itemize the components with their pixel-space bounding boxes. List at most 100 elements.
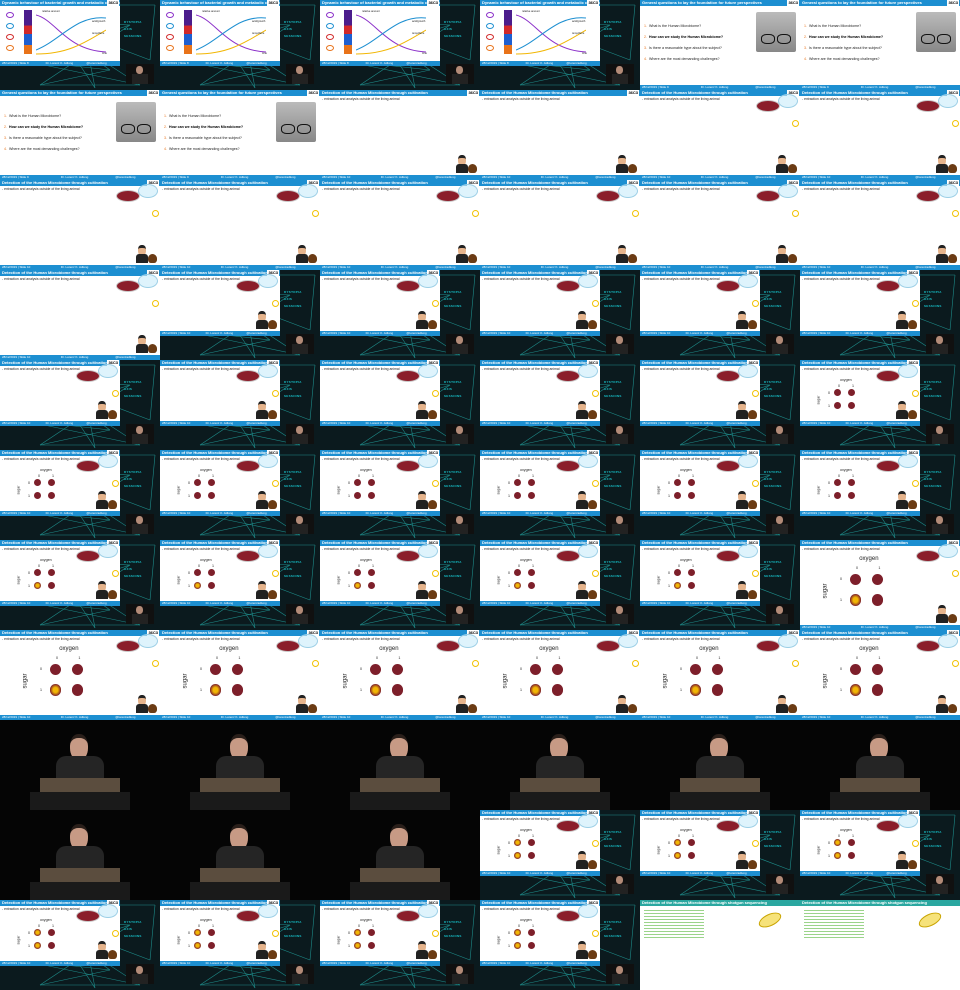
video-frame-thumbnail[interactable]: General questions to lay the foundation … [800, 0, 960, 90]
video-frame-thumbnail[interactable] [480, 720, 640, 810]
video-frame-thumbnail[interactable]: DYSTOPIA AXIS SESSIONS Detection of the Hum… [800, 450, 960, 540]
footer-text: 28/12/2019 | Slide 10 [482, 421, 511, 425]
slide-title: Detection of the Human Microbiome throug… [800, 540, 960, 546]
video-frame-thumbnail[interactable]: DYSTOPIA AXIS SESSIONS Detection of the Hum… [160, 540, 320, 630]
video-frame-thumbnail[interactable]: Detection of the Human Microbiome throug… [640, 630, 800, 720]
video-frame-thumbnail[interactable]: DYSTOPIA AXIS SESSIONS Detection of the Hum… [320, 900, 480, 990]
video-frame-thumbnail[interactable]: DYSTOPIA AXIS SESSIONS Dynamic behaviour of… [320, 0, 480, 90]
video-frame-thumbnail[interactable]: DYSTOPIA AXIS SESSIONS Detection of the Hum… [0, 360, 160, 450]
video-frame-thumbnail[interactable]: General questions to lay the foundation … [640, 0, 800, 90]
video-frame-thumbnail[interactable] [800, 720, 960, 810]
culture-plate [834, 839, 841, 846]
video-frame-thumbnail[interactable]: DYSTOPIA AXIS SESSIONS Detection of the Hum… [800, 360, 960, 450]
video-frame-thumbnail[interactable]: Detection of the Human Microbiome throug… [0, 630, 160, 720]
culture-plate [194, 929, 201, 936]
slide-footer: 28/12/2019 | Slide 10 Dr. Lorenz K. Adlun… [160, 331, 280, 336]
video-frame-thumbnail[interactable]: DYSTOPIA AXIS SESSIONS Detection of the Hum… [0, 540, 160, 630]
video-frame-thumbnail[interactable]: DYSTOPIA AXIS SESSIONS Detection of the Hum… [160, 450, 320, 540]
video-frame-thumbnail[interactable]: DYSTOPIA AXIS SESSIONS Detection of the Hum… [0, 900, 160, 990]
poop-emoji-icon [148, 704, 157, 713]
video-frame-thumbnail[interactable]: Detection of the Human Microbiome throug… [800, 540, 960, 630]
sugar-one: 1 [28, 584, 30, 588]
magnifier-icon [738, 814, 758, 828]
video-frame-thumbnail[interactable]: DYSTOPIA AXIS SESSIONS Detection of the Hum… [320, 360, 480, 450]
video-frame-thumbnail[interactable]: Detection of the Human Microbiome throug… [800, 180, 960, 270]
sugar-label: sugar [496, 845, 501, 855]
video-frame-thumbnail[interactable]: DYSTOPIA AXIS SESSIONS Detection of the Hum… [640, 810, 800, 900]
podium-base [30, 882, 130, 900]
video-frame-thumbnail[interactable]: DYSTOPIA AXIS SESSIONS Dynamic behaviour of… [160, 0, 320, 90]
video-frame-thumbnail[interactable]: DYSTOPIA AXIS SESSIONS Detection of the Hum… [160, 900, 320, 990]
video-frame-thumbnail[interactable]: DYSTOPIA AXIS SESSIONS Detection of the Hum… [480, 540, 640, 630]
video-frame-thumbnail[interactable] [640, 720, 800, 810]
bacterium-icon [756, 909, 784, 931]
video-frame-thumbnail[interactable]: DYSTOPIA AXIS SESSIONS Detection of the Hum… [0, 450, 160, 540]
question-item: 3. Is there a reasonable hype about the s… [4, 136, 82, 140]
video-frame-thumbnail[interactable]: Detection of the Human Microbiome throug… [480, 90, 640, 180]
magnifier-icon [938, 634, 958, 648]
slide-frame: Detection of the Human Microbiome throug… [320, 180, 480, 270]
video-frame-thumbnail[interactable]: DYSTOPIA AXIS SESSIONS Dynamic behaviour of… [480, 0, 640, 90]
video-frame-thumbnail[interactable]: Detection of the Human Microbiome throug… [800, 900, 960, 990]
speaker-inset [126, 64, 154, 84]
sequence-line: DYSTOPIA [604, 20, 622, 24]
video-frame-thumbnail[interactable]: DYSTOPIA AXIS SESSIONS Detection of the Hum… [320, 540, 480, 630]
video-frame-thumbnail[interactable]: Detection of the Human Microbiome throug… [320, 630, 480, 720]
video-frame-thumbnail[interactable]: DYSTOPIA AXIS SESSIONS Detection of the Hum… [640, 450, 800, 540]
video-frame-thumbnail[interactable]: DYSTOPIA AXIS SESSIONS Detection of the Hum… [640, 540, 800, 630]
video-frame-thumbnail[interactable]: Detection of the Human Microbiome throug… [320, 180, 480, 270]
video-frame-thumbnail[interactable] [0, 720, 160, 810]
video-frame-thumbnail[interactable]: DYSTOPIA AXIS SESSIONS Detection of the Hum… [160, 360, 320, 450]
footer-text: 28/12/2019 | Slide 10 [802, 331, 831, 335]
video-frame-thumbnail[interactable]: DYSTOPIA AXIS SESSIONS Dynamic behaviour of… [0, 0, 160, 90]
oxygen-label: oxygen [859, 556, 879, 562]
culture-plate [688, 852, 695, 859]
video-frame-thumbnail[interactable]: DYSTOPIA AXIS SESSIONS Detection of the Hum… [800, 810, 960, 900]
video-frame-thumbnail[interactable]: DYSTOPIA AXIS SESSIONS Detection of the Hum… [320, 450, 480, 540]
video-frame-thumbnail[interactable]: DYSTOPIA AXIS SESSIONS Detection of the Hum… [640, 360, 800, 450]
video-frame-thumbnail[interactable]: General questions to lay the foundation … [160, 90, 320, 180]
sequence-read [644, 922, 704, 923]
sequence-line: AXIS [604, 927, 613, 931]
video-frame-thumbnail[interactable]: Detection of the Human Microbiome throug… [160, 630, 320, 720]
culture-plate [369, 684, 381, 696]
video-frame-thumbnail[interactable]: Detection of the Human Microbiome throug… [0, 180, 160, 270]
video-frame-thumbnail[interactable]: DYSTOPIA AXIS SESSIONS Detection of the Hum… [160, 270, 320, 360]
petri-dish-icon [396, 910, 420, 922]
video-frame-thumbnail[interactable]: Detection of the Human Microbiome throug… [480, 630, 640, 720]
video-frame-thumbnail[interactable]: Detection of the Human Microbiome throug… [640, 90, 800, 180]
culture-plate [848, 479, 855, 486]
video-frame-thumbnail[interactable]: DYSTOPIA AXIS SESSIONS Detection of the Hum… [480, 450, 640, 540]
video-frame-thumbnail[interactable]: General questions to lay the foundation … [0, 90, 160, 180]
video-frame-thumbnail[interactable]: DYSTOPIA AXIS SESSIONS Detection of the Hum… [480, 900, 640, 990]
video-frame-thumbnail[interactable]: Detection of the Human Microbiome throug… [640, 180, 800, 270]
video-frame-thumbnail[interactable] [160, 810, 320, 900]
video-frame-thumbnail[interactable]: DYSTOPIA AXIS SESSIONS Detection of the Hum… [480, 360, 640, 450]
video-frame-thumbnail[interactable]: DYSTOPIA AXIS SESSIONS Detection of the Hum… [480, 270, 640, 360]
video-frame-thumbnail[interactable]: Detection of the Human Microbiome throug… [640, 900, 800, 990]
video-frame-thumbnail[interactable] [160, 720, 320, 810]
video-frame-thumbnail[interactable]: Detection of the Human Microbiome throug… [320, 90, 480, 180]
question-text: How can we study the Human Microbiome? [9, 125, 84, 129]
video-frame-thumbnail[interactable]: Detection of the Human Microbiome throug… [800, 90, 960, 180]
slide-frame: Dynamic behaviour of bacterial growth an… [160, 0, 280, 66]
video-frame-thumbnail[interactable] [320, 720, 480, 810]
speaker-body [292, 434, 308, 444]
video-frame-thumbnail[interactable]: DYSTOPIA AXIS SESSIONS Detection of the Hum… [320, 270, 480, 360]
video-frame-thumbnail[interactable] [320, 810, 480, 900]
video-frame-thumbnail[interactable]: Detection of the Human Microbiome throug… [480, 180, 640, 270]
video-frame-thumbnail[interactable]: Detection of the Human Microbiome throug… [160, 180, 320, 270]
video-frame-thumbnail[interactable] [0, 810, 160, 900]
poop-emoji-icon [748, 860, 757, 869]
video-frame-thumbnail[interactable]: DYSTOPIA AXIS SESSIONS Detection of the Hum… [480, 810, 640, 900]
presenter-avatar-icon [256, 581, 268, 599]
video-frame-thumbnail[interactable]: DYSTOPIA AXIS SESSIONS Detection of the Hum… [640, 270, 800, 360]
video-frame-thumbnail[interactable]: Detection of the Human Microbiome throug… [0, 270, 160, 360]
magnifier-icon [898, 364, 918, 378]
oxygen-one: 1 [78, 655, 81, 660]
slide-frame: Detection of the Human Microbiome throug… [800, 180, 960, 270]
video-frame-thumbnail[interactable]: DYSTOPIA AXIS SESSIONS Detection of the Hum… [800, 270, 960, 360]
avatar-body [576, 950, 588, 959]
video-frame-thumbnail[interactable]: Detection of the Human Microbiome throug… [800, 630, 960, 720]
slide-frame: Detection of the Human Microbiome throug… [160, 180, 320, 270]
